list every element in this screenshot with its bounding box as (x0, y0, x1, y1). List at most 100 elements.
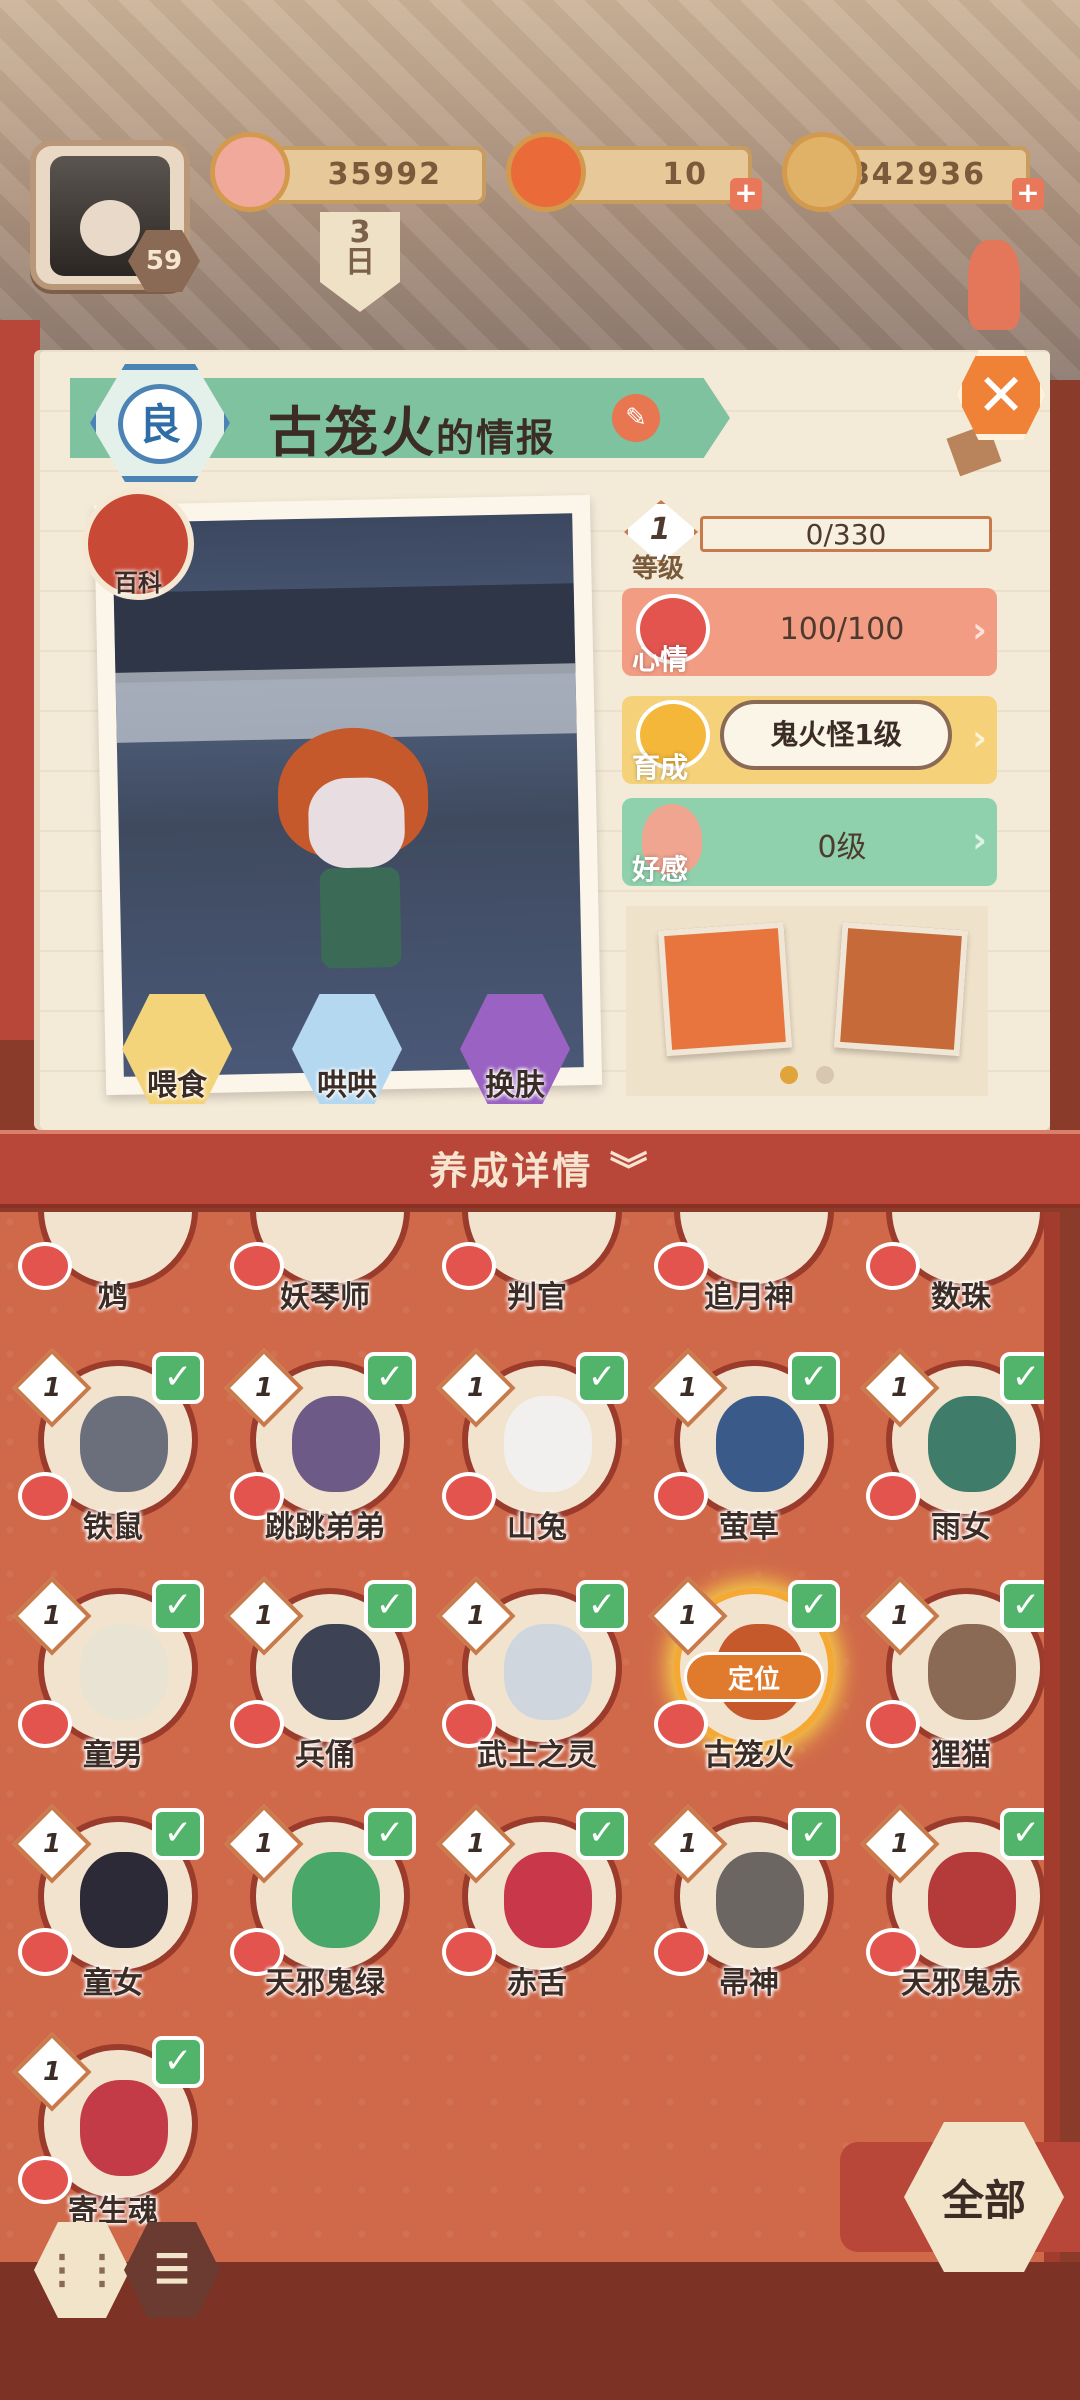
hero-card[interactable]: 1 ✓ 天邪鬼绿 (224, 1804, 420, 2008)
hero-name: 萤草 (719, 1510, 779, 1545)
hero-name: 妖琴师 (280, 1280, 370, 1315)
title-suffix: 的情报 (436, 416, 557, 460)
hero-card[interactable]: 1 ✓ 童女 (12, 1804, 208, 2008)
hero-card[interactable]: 1 ✓ 帚神 (648, 1804, 844, 2008)
hero-figure (504, 1624, 592, 1720)
hero-card[interactable]: 1 ✓ 萤草 (648, 1348, 844, 1552)
affinity-label: 好感 (632, 853, 689, 886)
mood-label: 心情 (632, 643, 689, 676)
page-dot[interactable] (816, 1066, 834, 1084)
hero-card[interactable]: 1 ✓ 狸猫 (860, 1576, 1044, 1780)
hero-name: 判官 (507, 1280, 567, 1315)
hero-card[interactable]: 1 ✓ 寄生魂 (12, 2032, 208, 2236)
affinity-row[interactable]: 好感 0级 › (622, 798, 997, 886)
character-face (307, 776, 406, 869)
hero-level: 1 (678, 1601, 698, 1631)
feed-label: 喂食 (147, 1068, 207, 1103)
exp-value: 0/330 (805, 518, 887, 551)
hero-level: 1 (890, 1601, 910, 1631)
hero-figure (716, 1396, 804, 1492)
check-icon: ✓ (152, 2036, 204, 2088)
hero-figure (292, 1852, 380, 1948)
fish-banner-icon (968, 240, 1020, 330)
hero-level: 1 (42, 1601, 62, 1631)
hero-name: 兵俑 (295, 1738, 355, 1773)
add-coin-button[interactable]: + (1012, 178, 1044, 210)
growth-stage-pill[interactable]: 鬼火怪1级 (720, 700, 952, 770)
hero-figure (928, 1396, 1016, 1492)
change-skin-label: 换肤 (485, 1068, 545, 1103)
page-title: 古笼火的情报 (268, 388, 556, 467)
fire-currency-icon (506, 132, 586, 212)
hero-name: 古笼火 (704, 1738, 794, 1773)
hero-level: 1 (466, 1829, 486, 1859)
hero-figure (292, 1624, 380, 1720)
check-icon: ✓ (576, 1580, 628, 1632)
hero-card[interactable]: 1 ✓ 兵俑 (224, 1576, 420, 1780)
monster-card[interactable] (833, 921, 969, 1057)
hero-figure (80, 2080, 168, 2176)
double-chevron-down-icon: ︾ (609, 1149, 651, 1193)
hero-figure (292, 1396, 380, 1492)
hero-card-partial[interactable]: 追月神 (654, 1212, 844, 1322)
check-icon: ✓ (576, 1808, 628, 1860)
book-spine (0, 320, 40, 1040)
hero-name: 天邪鬼绿 (265, 1966, 385, 2001)
add-fire-button[interactable]: + (730, 178, 762, 210)
hero-card[interactable]: 1 ✓ 跳跳弟弟 (224, 1348, 420, 1552)
day-number: 3 (349, 215, 371, 250)
rank-label: 良 (118, 384, 202, 464)
hero-card-selected[interactable]: 1 ✓ 定位 古笼火 (648, 1576, 844, 1780)
check-icon: ✓ (1000, 1808, 1044, 1860)
wiki-button[interactable]: 百科 (82, 488, 194, 600)
check-icon: ✓ (152, 1808, 204, 1860)
page-dot-active[interactable] (780, 1066, 798, 1084)
check-icon: ✓ (152, 1580, 204, 1632)
chevron-right-icon: › (972, 718, 987, 759)
hero-card[interactable]: 1 ✓ 山兔 (436, 1348, 632, 1552)
hero-card[interactable]: 1 ✓ 赤舌 (436, 1804, 632, 2008)
hero-level: 1 (254, 1829, 274, 1859)
mood-row[interactable]: 心情 100/100 › (622, 588, 997, 676)
hero-name: 雨女 (931, 1510, 991, 1545)
character-grid[interactable]: 鸩 妖琴师 判官 追月神 数珠 1 ✓ 铁鼠 1 ✓ 跳跳弟弟 1 ✓ 山兔 1 ✓ 萤草 1 ✓ 雨女 1 ✓ 童男 1 ✓… (0, 1212, 1060, 2262)
hero-level: 1 (890, 1829, 910, 1859)
collection-cards (626, 906, 988, 1096)
hero-name: 帚神 (719, 1966, 779, 2001)
check-icon: ✓ (364, 1808, 416, 1860)
hero-card[interactable]: 1 ✓ 铁鼠 (12, 1348, 208, 1552)
hero-figure (80, 1396, 168, 1492)
hero-name: 数珠 (931, 1280, 991, 1315)
coin-currency-icon (782, 132, 862, 212)
hero-card-partial[interactable]: 判官 (442, 1212, 632, 1322)
day-unit: 日 (345, 245, 375, 280)
comfort-label: 哄哄 (317, 1068, 377, 1103)
hero-card[interactable]: 1 ✓ 雨女 (860, 1348, 1044, 1552)
check-icon: ✓ (1000, 1580, 1044, 1632)
hero-level: 1 (42, 2057, 62, 2087)
hero-level: 1 (678, 1829, 698, 1859)
character-name: 古笼火 (268, 401, 436, 464)
hero-level: 1 (890, 1373, 910, 1403)
locate-badge[interactable]: 定位 (684, 1652, 824, 1702)
hero-card[interactable]: 1 ✓ 武士之灵 (436, 1576, 632, 1780)
chevron-right-icon: › (972, 820, 987, 861)
hero-name: 山兔 (507, 1510, 567, 1545)
detail-toggle[interactable]: 养成详情 ︾ (0, 1140, 1080, 1195)
hero-card[interactable]: 1 ✓ 童男 (12, 1576, 208, 1780)
level-label: 等级 (632, 554, 685, 584)
hero-name: 鸩 (98, 1280, 128, 1315)
hero-card[interactable]: 1 ✓ 天邪鬼赤 (860, 1804, 1044, 2008)
character-body (319, 866, 402, 969)
level-value: 1 (649, 512, 671, 547)
hero-card-partial[interactable]: 妖琴师 (230, 1212, 420, 1322)
hero-figure (80, 1852, 168, 1948)
growth-label: 育成 (632, 751, 689, 784)
check-icon: ✓ (1000, 1352, 1044, 1404)
mystery-card[interactable] (657, 921, 793, 1057)
rename-button[interactable]: ✎ (612, 394, 660, 442)
hero-card-partial[interactable]: 鸩 (18, 1212, 208, 1322)
character-model[interactable] (267, 726, 452, 990)
hero-card-partial[interactable]: 数珠 (866, 1212, 1044, 1322)
hero-figure (80, 1624, 168, 1720)
